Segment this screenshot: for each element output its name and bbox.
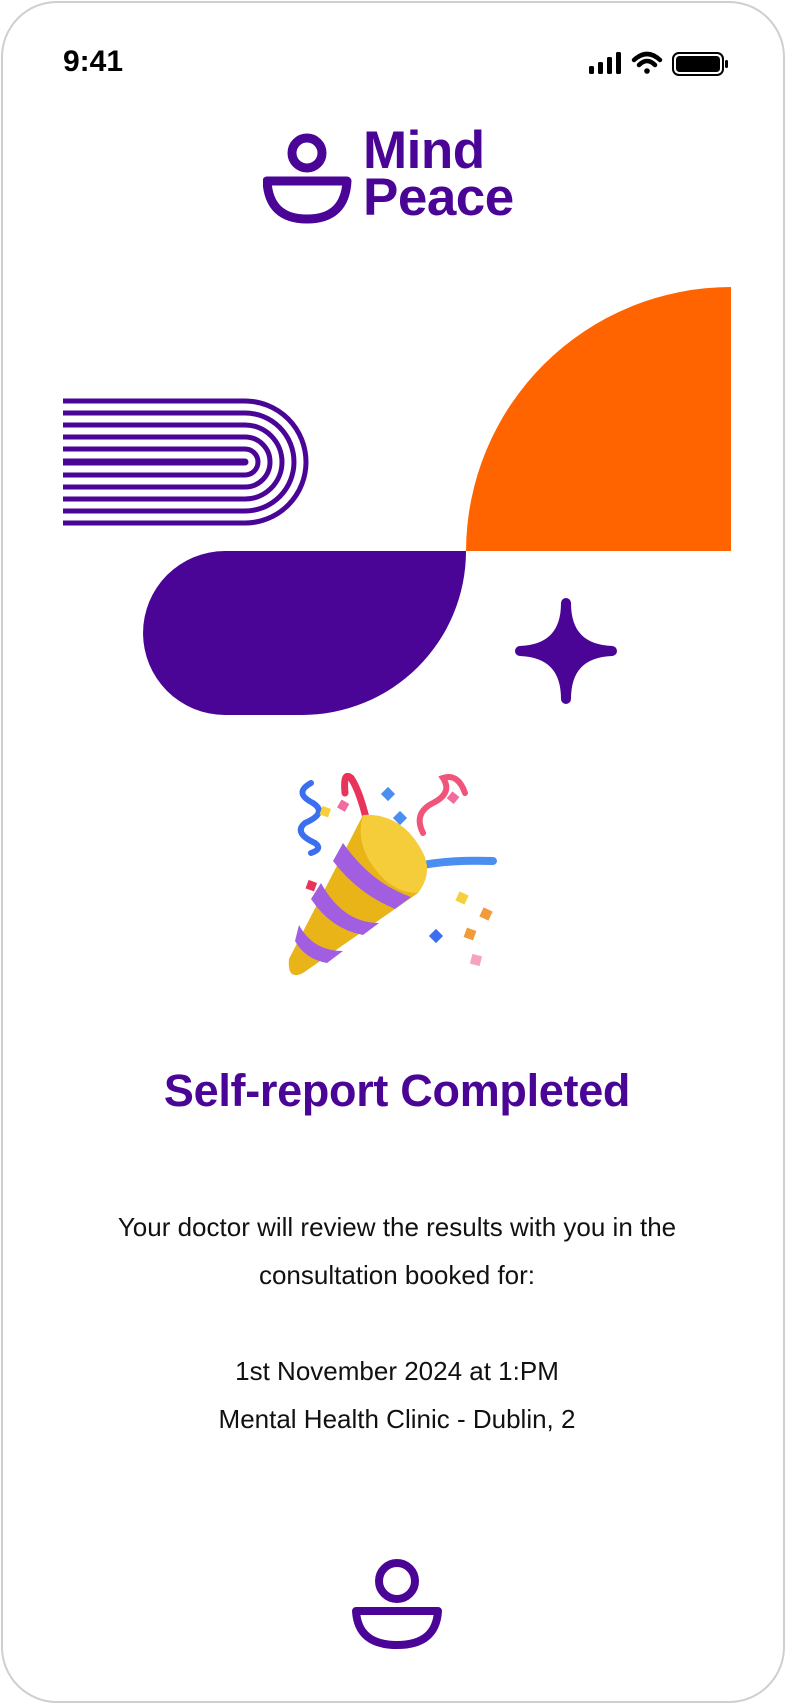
status-time: 9:41 [63,45,124,78]
wifi-icon [631,51,663,74]
appointment-date: 1st November 2024 at 1:PM [235,1356,559,1386]
hero-illustration [63,287,731,716]
status-icons [589,51,728,76]
brand-wordmark: Mind Peace [363,121,514,227]
sparkle-icon [515,598,617,704]
page-title: Self-report Completed [163,1065,631,1116]
battery-icon [672,52,728,76]
footer-logo-icon [352,1559,442,1649]
orange-quarter-shape [466,287,731,551]
consultation-message: Your doctor will review the results with… [117,1212,677,1290]
party-popper-icon [288,773,497,976]
brand-line2: Peace [363,168,514,227]
phone-frame: 9:41 Mind Peace Self-report Completed Yo… [1,1,785,1703]
striped-arch-shape [63,398,309,526]
appointment-location: Mental Health Clinic - Dublin, 2 [218,1404,576,1434]
brand-line1: Mind [363,121,485,180]
appointment-details: 1st November 2024 at 1:PM Mental Health … [3,1347,783,1443]
signal-icon [589,52,621,74]
purple-pill-shape [143,551,466,716]
